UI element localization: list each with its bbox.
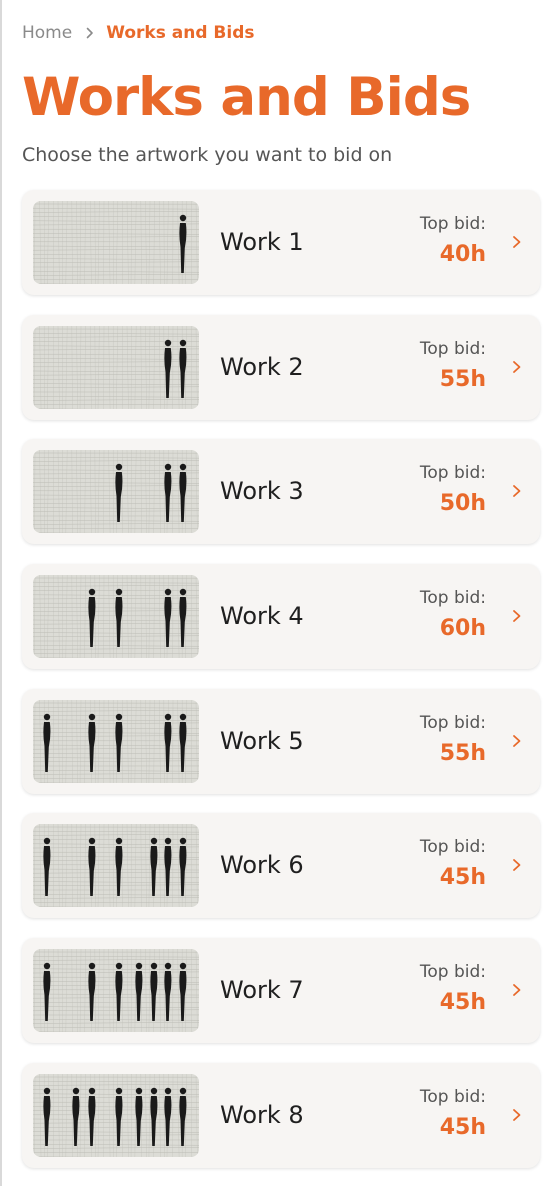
artwork-thumbnail <box>33 325 199 409</box>
top-bid-value: 45h <box>439 1114 486 1140</box>
chevron-right-icon <box>510 359 524 375</box>
work-title: Work 7 <box>220 976 304 1005</box>
artwork-thumbnail <box>33 1073 199 1157</box>
top-bid-value: 45h <box>439 990 486 1016</box>
top-bid-label: Top bid: <box>419 712 486 733</box>
chevron-right-icon <box>510 483 524 499</box>
left-edge-divider <box>0 0 2 1186</box>
chevron-right-icon <box>510 982 524 998</box>
work-title: Work 6 <box>220 851 304 880</box>
breadcrumb-home-link[interactable]: Home <box>22 21 72 45</box>
top-bid-label: Top bid: <box>419 962 486 983</box>
chevron-right-icon <box>86 27 94 39</box>
top-bid-label: Top bid: <box>419 588 486 609</box>
top-bid-label: Top bid: <box>419 463 486 484</box>
artwork-thumbnail <box>33 824 199 908</box>
artwork-thumbnail <box>33 201 199 284</box>
top-bid-label: Top bid: <box>419 1086 486 1107</box>
top-bid-value: 45h <box>439 865 486 891</box>
chevron-right-icon <box>510 234 524 250</box>
work-card[interactable]: Work 7 Top bid: 45h <box>22 938 540 1044</box>
page-title: Works and Bids <box>22 67 471 128</box>
top-bid: Top bid: 45h <box>376 960 486 1018</box>
work-card[interactable]: Work 4 Top bid: 60h <box>22 564 540 670</box>
work-card[interactable]: Work 3 Top bid: 50h <box>22 439 540 545</box>
work-title: Work 2 <box>220 352 304 381</box>
work-card[interactable]: Work 1 Top bid: 40h <box>22 190 540 295</box>
chevron-right-icon <box>510 1107 524 1123</box>
top-bid: Top bid: 55h <box>376 337 486 395</box>
top-bid: Top bid: 50h <box>376 461 486 519</box>
top-bid: Top bid: 45h <box>376 835 486 893</box>
work-title: Work 3 <box>220 477 304 506</box>
top-bid-value: 60h <box>439 616 486 642</box>
page-subtitle: Choose the artwork you want to bid on <box>22 144 393 166</box>
top-bid-value: 55h <box>439 366 486 392</box>
work-title: Work 4 <box>220 602 304 631</box>
artwork-thumbnail <box>33 699 199 783</box>
breadcrumb: Home Works and Bids <box>22 21 255 45</box>
top-bid-label: Top bid: <box>419 214 486 234</box>
work-card[interactable]: Work 5 Top bid: 55h <box>22 688 540 794</box>
chevron-right-icon <box>510 857 524 873</box>
artwork-thumbnail <box>33 450 199 534</box>
top-bid-value: 40h <box>439 242 486 267</box>
top-bid-value: 50h <box>439 491 486 517</box>
top-bid-label: Top bid: <box>419 837 486 858</box>
work-list: Work 1 Top bid: 40h Work 2 Top bid: 55h … <box>22 190 540 1186</box>
top-bid: Top bid: 55h <box>376 711 486 769</box>
breadcrumb-current: Works and Bids <box>106 23 255 43</box>
top-bid-label: Top bid: <box>419 338 486 359</box>
chevron-right-icon <box>510 608 524 624</box>
chevron-right-icon <box>510 733 524 749</box>
work-card[interactable]: Work 2 Top bid: 55h <box>22 314 540 420</box>
top-bid: Top bid: 40h <box>376 212 486 270</box>
work-title: Work 5 <box>220 726 304 755</box>
work-card[interactable]: Work 6 Top bid: 45h <box>22 813 540 919</box>
work-card[interactable]: Work 8 Top bid: 45h <box>22 1062 540 1168</box>
top-bid-value: 55h <box>439 740 486 766</box>
top-bid: Top bid: 45h <box>376 1085 486 1143</box>
top-bid: Top bid: 60h <box>376 586 486 644</box>
artwork-thumbnail <box>33 575 199 659</box>
artwork-thumbnail <box>33 949 199 1033</box>
work-title: Work 8 <box>220 1100 304 1129</box>
work-title: Work 1 <box>220 228 304 256</box>
